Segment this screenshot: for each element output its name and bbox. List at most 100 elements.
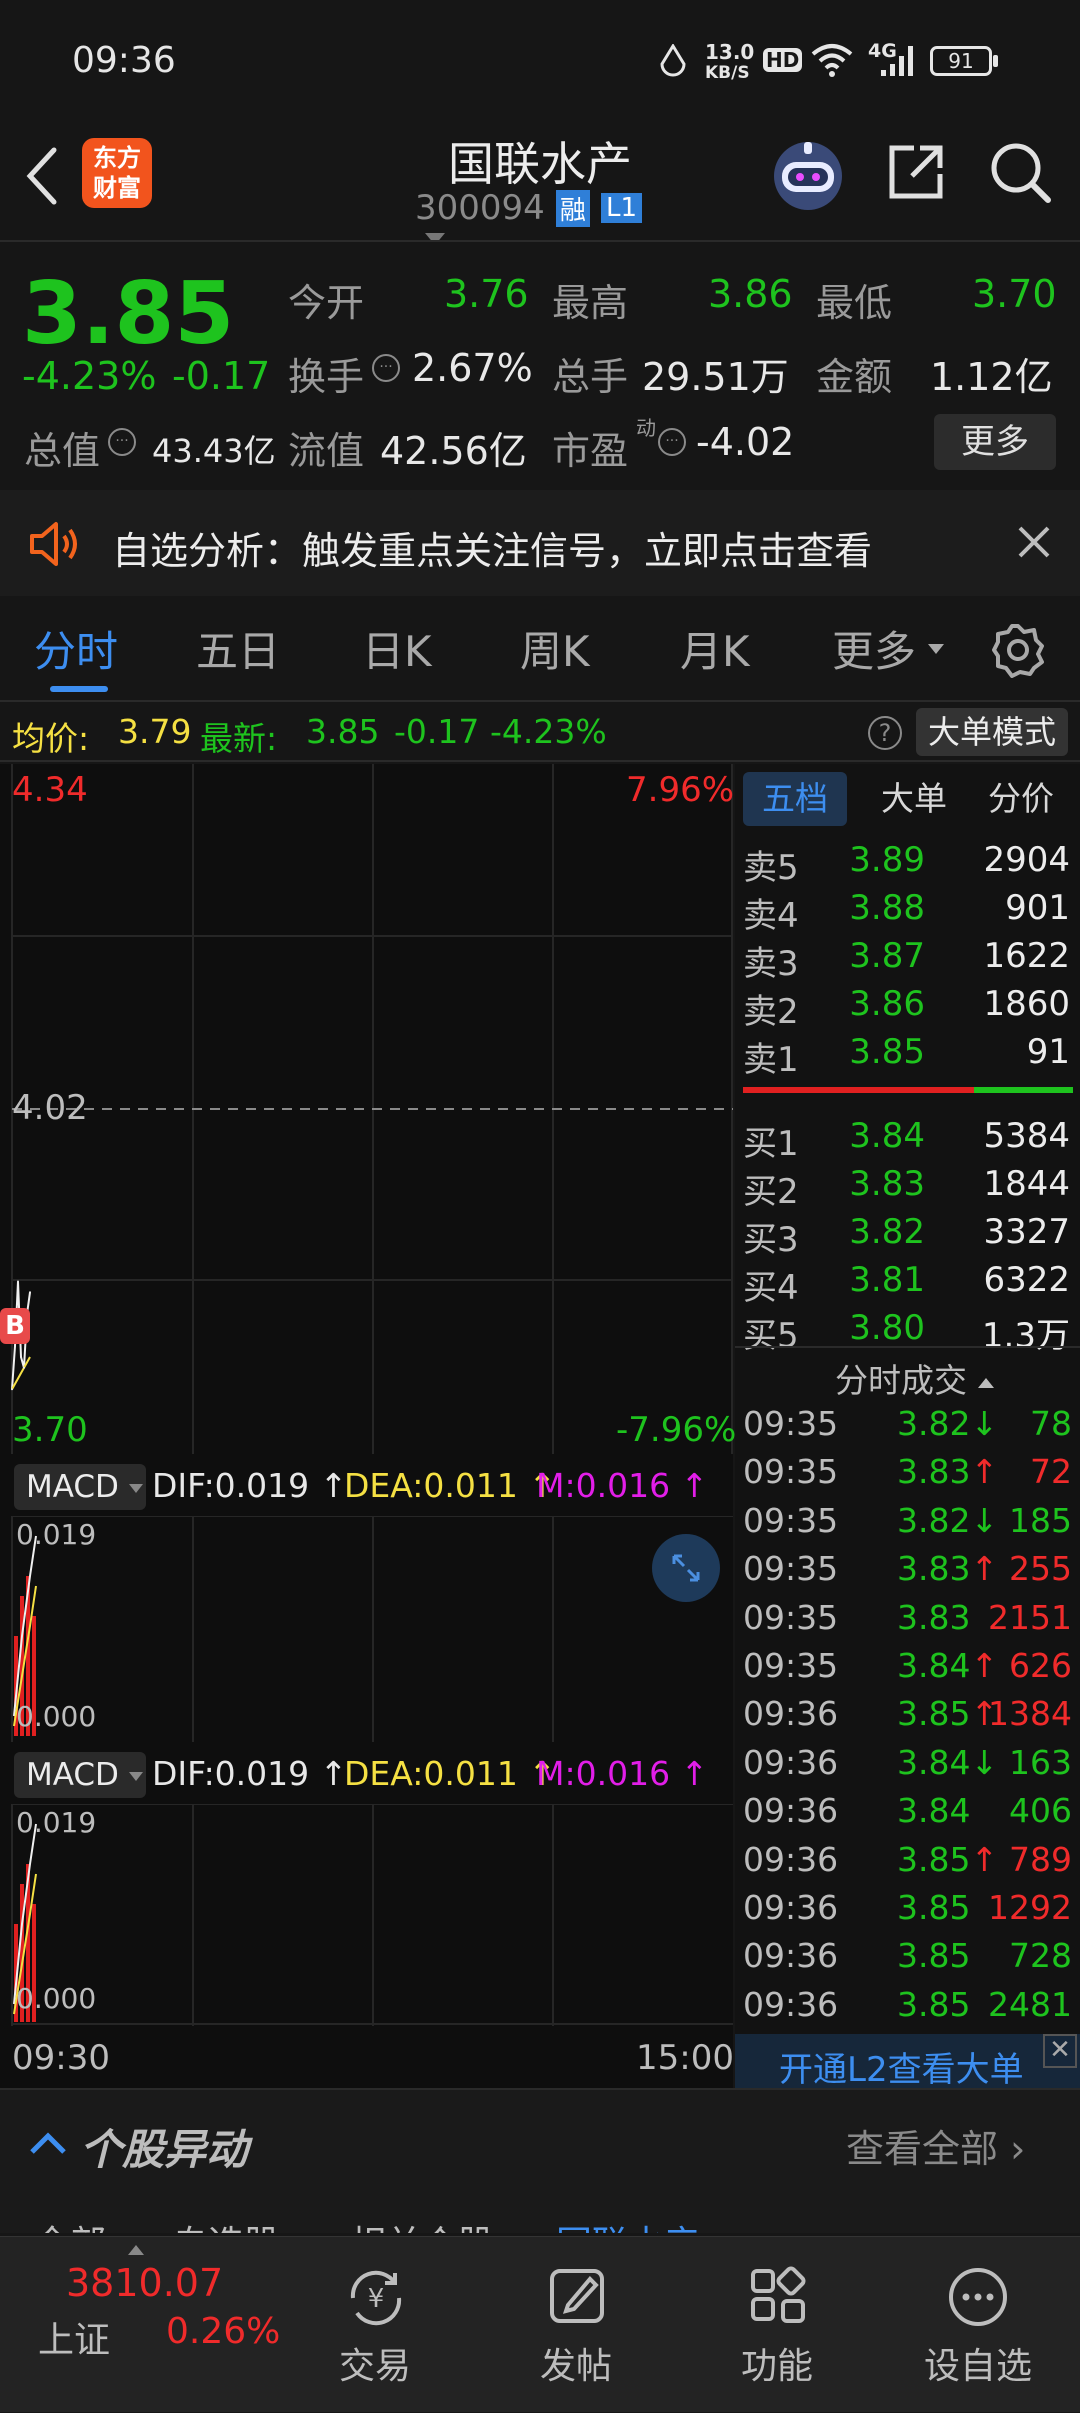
expand-icon[interactable] [652,1534,720,1602]
index-ticker[interactable]: 3810.07 上证 0.26% [0,2237,300,2413]
battery-icon: 91 [930,46,992,76]
tick-volume: 1384 [988,1694,1072,1734]
tick-volume: 163 [1009,1742,1072,1782]
stock-code-row[interactable]: 300094 融 L1 [415,188,675,245]
bid-row[interactable]: 买5 3.80 1.3万 [735,1308,1080,1356]
dif-label: DIF:0.019 [152,1466,310,1505]
orderbook-tab-big-order[interactable]: 大单 [867,772,961,826]
bid-row[interactable]: 买4 3.81 6322 [735,1260,1080,1308]
nav-trade[interactable]: ¥ 交易 [275,2237,475,2413]
tick-time: 09:35 [743,1646,839,1685]
robot-assistant-icon[interactable] [768,134,848,214]
stock-name[interactable]: 国联水产 [390,128,690,194]
bid-price: 3.82 [849,1212,925,1252]
view-all-link[interactable]: 查看全部 › [846,2118,1025,2173]
low-value: 3.70 [972,272,1057,316]
tab-monthly-k[interactable]: 月K [680,618,750,679]
latest-percent: -4.23% [490,712,607,751]
close-icon[interactable] [1016,524,1052,560]
ask-row[interactable]: 卖5 3.89 2904 [735,840,1080,888]
y-min-percent: -7.96% [616,1410,737,1450]
tick-row: 09:36 3.85 2481 [735,1985,1080,2033]
svg-text:¥: ¥ [368,2284,385,2314]
chevron-down-icon [128,1772,143,1781]
tick-volume: 78 [1030,1404,1072,1443]
level-badge: L1 [601,193,643,223]
l2-banner[interactable]: 开通L2查看大单 ✕ [735,2034,1080,2090]
intraday-chart-area[interactable]: 4.34 7.96% 4.02 3.70 -7.96% B MACD DIF:0… [0,764,737,2088]
search-icon[interactable] [988,140,1054,206]
peek-related[interactable]: 相关个股 [350,2215,494,2233]
nav-add-watchlist[interactable]: 设自选 [878,2237,1078,2413]
buy-marker[interactable]: B [0,1308,30,1344]
orderbook-tab-five-level[interactable]: 五档 [743,772,847,826]
peek-stock[interactable]: 国联水产 [556,2215,700,2233]
gear-icon[interactable] [990,622,1046,678]
orderbook-tab-price[interactable]: 分价 [969,772,1073,826]
nav-functions[interactable]: 功能 [677,2237,877,2413]
expand-arrows-icon [672,1554,700,1582]
bid-row[interactable]: 买1 3.84 5384 [735,1116,1080,1164]
macd-selector-2[interactable]: MACD [14,1752,146,1798]
tick-price: 3.85 [897,1984,971,2024]
bid-price: 3.83 [849,1164,925,1204]
nav-post[interactable]: 发帖 [476,2237,676,2413]
ask-row[interactable]: 卖1 3.85 91 [735,1032,1080,1080]
ask-row[interactable]: 卖4 3.88 901 [735,888,1080,936]
float-cap-label: 流值 [288,429,365,473]
tick-volume: 72 [1030,1452,1072,1492]
y-mid-label: 4.02 [12,1088,88,1128]
wifi-icon [811,44,853,77]
chevron-right-icon: › [1010,2127,1026,2171]
notice-bar[interactable]: 自选分析：触发重点关注信号，立即点击查看 [0,490,1080,596]
tab-more[interactable]: 更多 [832,618,916,679]
price-chart[interactable] [0,764,733,1454]
ask-volume: 2904 [983,840,1070,880]
macd-chart-1[interactable] [0,1516,733,1742]
help-icon[interactable]: ? [868,716,902,750]
ticks-header[interactable] [735,1346,1080,1348]
tab-five-day[interactable]: 五日 [196,618,280,679]
macd-chart-2[interactable] [0,1804,733,2026]
bid-row[interactable]: 买2 3.83 1844 [735,1164,1080,1212]
macd-selector-1[interactable]: MACD [14,1464,146,1510]
order-book-panel: 五档 大单 分价 卖5 3.89 2904 卖4 3.88 901 卖3 3.87 1622 卖2… [735,764,1080,2090]
tab-weekly-k[interactable]: 周K [520,618,590,679]
ask-price: 3.86 [849,984,925,1024]
macd-bottom-label-1: 0.000 [16,1700,97,1733]
dea-label: DEA:0.011 [344,1466,518,1505]
macd-label-2: MACD [26,1757,119,1793]
price-info-bar: 均价: 3.79 最新: 3.85 -0.17 -4.23% ? 大单模式 [0,704,1080,762]
ticks-title[interactable]: 分时成交 [835,1354,994,1402]
stock-anomaly-section[interactable]: 个股异动 查看全部 › [0,2088,1080,2193]
big-order-mode-button[interactable]: 大单模式 [916,708,1068,756]
amount-value: 1.12亿 [930,355,1053,399]
close-icon[interactable]: ✕ [1043,2034,1077,2068]
m-value-2: M:0.016 ↑ [536,1754,709,1793]
l2-banner-text: 开通L2查看大单 [779,2050,1024,2090]
peek-watchlist[interactable]: 自选股 [172,2215,280,2233]
tick-price: 3.85 [897,1888,971,1927]
high-value: 3.86 [708,272,793,316]
info-icon[interactable]: ··· [658,428,686,456]
more-dots-icon [949,2268,1007,2326]
share-icon[interactable] [884,140,948,204]
back-icon[interactable] [22,146,62,206]
tab-intraday[interactable]: 分时 [34,618,118,679]
chevron-up-icon[interactable] [28,2130,68,2156]
info-icon[interactable]: ··· [108,428,136,456]
bid-row[interactable]: 买3 3.82 3327 [735,1212,1080,1260]
ask-row[interactable]: 卖2 3.86 1860 [735,984,1080,1032]
more-button[interactable]: 更多 [934,414,1056,470]
market-cap-label: 总值 [24,429,101,473]
tick-volume: 1292 [988,1888,1072,1927]
app-logo[interactable]: 东方 财富 [82,138,152,208]
tick-row: 09:35 3.82 ↓ 78 [735,1404,1080,1452]
hd-icon: HD [763,48,803,72]
ask-row[interactable]: 卖3 3.87 1622 [735,936,1080,984]
status-bar: 09:36 13.0 KB/S HD 4G 91 [0,0,1080,120]
peek-all[interactable]: 全部 [34,2215,106,2233]
bid-price: 3.84 [849,1116,925,1156]
tab-daily-k[interactable]: 日K [362,618,432,679]
info-icon[interactable]: ··· [372,354,400,382]
